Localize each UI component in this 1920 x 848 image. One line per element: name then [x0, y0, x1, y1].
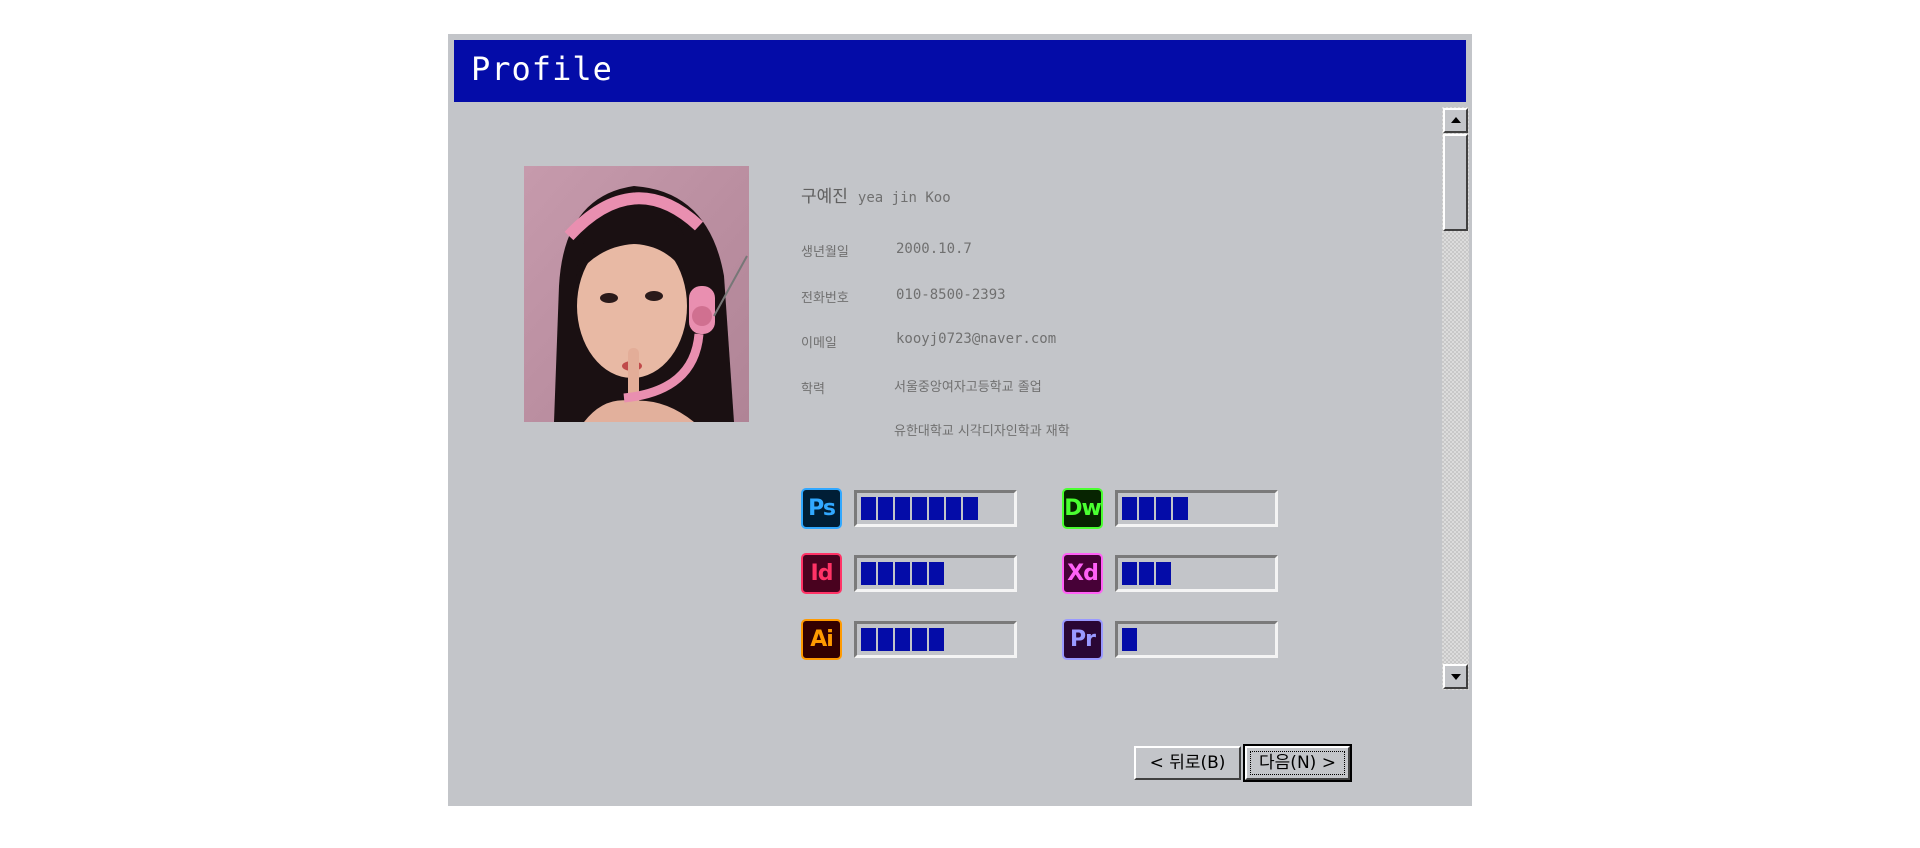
xd-icon: Xd	[1062, 553, 1103, 594]
progress-block	[912, 497, 927, 520]
premiere-icon: Pr	[1062, 619, 1103, 660]
progress-block	[1139, 562, 1154, 585]
name-line: 구예진 yea jin Koo	[801, 182, 951, 207]
progress-block	[1122, 562, 1137, 585]
illustrator-icon: Ai	[801, 619, 842, 660]
progress-block	[1156, 562, 1171, 585]
name-english: yea jin Koo	[857, 190, 951, 206]
birthdate-value: 2000.10.7	[896, 241, 972, 257]
window-title: Profile	[471, 50, 613, 88]
photoshop-icon: Ps	[801, 488, 842, 529]
progress-block	[895, 562, 910, 585]
progress-block	[1173, 497, 1188, 520]
profile-window: Profile 구예진 yea jin Koo 생년월일 2000.10.7 전…	[448, 34, 1472, 806]
progress-block	[895, 628, 910, 651]
birthdate-label: 생년월일	[801, 245, 849, 260]
profile-photo	[524, 166, 749, 422]
name-korean: 구예진	[801, 187, 848, 207]
scroll-thumb[interactable]	[1443, 134, 1468, 231]
progress-fill	[1122, 497, 1188, 520]
email-value: kooyj0723@naver.com	[896, 331, 1057, 347]
progress-block	[861, 628, 876, 651]
skill-progress-bar	[854, 621, 1017, 658]
progress-block	[1156, 497, 1171, 520]
progress-block	[963, 497, 978, 520]
dreamweaver-icon: Dw	[1062, 488, 1103, 529]
progress-fill	[861, 562, 944, 585]
progress-fill	[1122, 628, 1137, 651]
progress-fill	[861, 497, 978, 520]
progress-block	[861, 497, 876, 520]
back-button-label: < 뒤로(B)	[1149, 753, 1226, 773]
education-highschool: 서울중앙여자고등학교 졸업	[894, 380, 1042, 395]
arrow-down-icon	[1451, 674, 1461, 680]
progress-block	[1122, 628, 1137, 651]
scroll-up-button[interactable]	[1443, 108, 1468, 133]
progress-block	[912, 628, 927, 651]
progress-fill	[1122, 562, 1171, 585]
skill-progress-bar	[1115, 555, 1278, 592]
back-button[interactable]: < 뒤로(B)	[1134, 746, 1241, 780]
next-button-label: 다음(N) >	[1259, 753, 1336, 773]
progress-block	[929, 497, 944, 520]
progress-block	[861, 562, 876, 585]
progress-block	[895, 497, 910, 520]
progress-block	[946, 497, 961, 520]
skill-progress-bar	[1115, 490, 1278, 527]
skill-progress-bar	[854, 555, 1017, 592]
title-bar: Profile	[454, 40, 1466, 102]
progress-block	[878, 497, 893, 520]
progress-block	[878, 562, 893, 585]
education-label: 학력	[801, 382, 825, 397]
email-label: 이메일	[801, 336, 837, 351]
education-university: 유한대학교 시각디자인학과 재학	[894, 424, 1070, 439]
phone-value: 010-8500-2393	[896, 287, 1006, 303]
arrow-up-icon	[1451, 117, 1461, 123]
skill-progress-bar	[854, 490, 1017, 527]
progress-block	[878, 628, 893, 651]
progress-block	[929, 562, 944, 585]
progress-fill	[861, 628, 944, 651]
progress-block	[929, 628, 944, 651]
scroll-down-button[interactable]	[1443, 664, 1468, 689]
skill-progress-bar	[1115, 621, 1278, 658]
progress-block	[1122, 497, 1137, 520]
next-button[interactable]: 다음(N) >	[1243, 744, 1352, 782]
progress-block	[912, 562, 927, 585]
progress-block	[1139, 497, 1154, 520]
phone-label: 전화번호	[801, 291, 849, 306]
indesign-icon: Id	[801, 553, 842, 594]
vertical-scrollbar[interactable]	[1442, 107, 1469, 690]
